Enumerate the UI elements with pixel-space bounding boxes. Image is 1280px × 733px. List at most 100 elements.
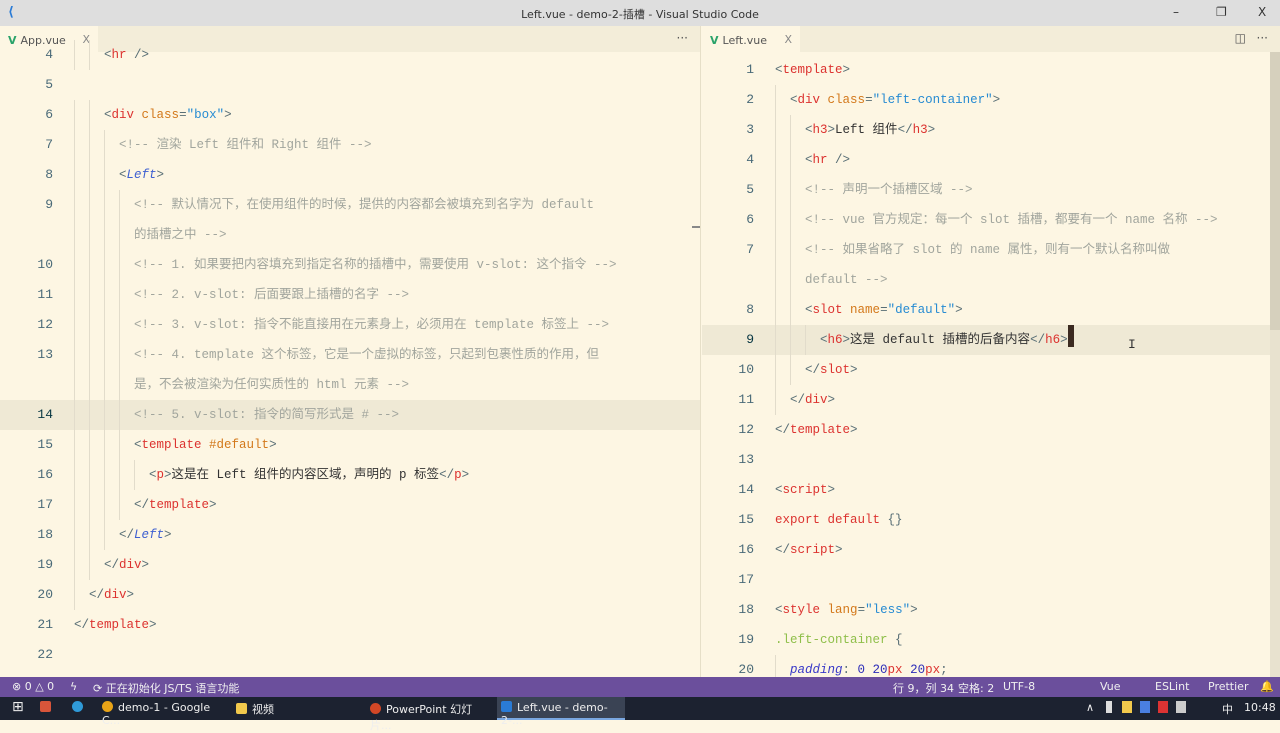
code-line[interactable]: 7 <!-- 渲染 Left 组件和 Right 组件 -->: [0, 130, 700, 160]
code-line[interactable]: 6 < div class = "box" >: [0, 100, 700, 130]
code-line[interactable]: 13: [702, 445, 1280, 475]
code-line[interactable]: 2 < div class = "left-container" >: [702, 85, 1280, 115]
ime-indicator[interactable]: 中: [1222, 701, 1233, 717]
more-actions-icon[interactable]: ···: [1257, 31, 1268, 45]
language-init-status[interactable]: ⟳ 正在初始化 JS/TS 语言功能: [93, 680, 239, 696]
indentation[interactable]: 空格: 2: [958, 680, 994, 696]
code-editor[interactable]: 4 < hr /> 5 6 < div class = "box" >7 <!-- 渲染 Left …: [0, 40, 700, 670]
code-line[interactable]: 15 export default {}: [702, 505, 1280, 535]
line-number: 7: [45, 137, 53, 152]
code-line[interactable]: 1 < template >: [702, 55, 1280, 85]
edge-icon[interactable]: [68, 697, 88, 720]
token-tag: h3: [912, 123, 928, 137]
token-unit: px: [925, 663, 941, 677]
token-p: <: [820, 333, 828, 347]
eslint-status[interactable]: ESLint: [1155, 680, 1189, 693]
title-bar: ⟨ Left.vue - demo-2-插槽 - Visual Studio C…: [0, 0, 1280, 26]
indent-guide: [74, 550, 104, 580]
code-line[interactable]: 12 </template >: [702, 415, 1280, 445]
token-sel: .left-container: [775, 633, 888, 647]
code-line[interactable]: 8 < Left >: [0, 160, 700, 190]
clock[interactable]: 10:48: [1244, 701, 1276, 714]
close-button[interactable]: X: [1258, 5, 1266, 19]
code-line[interactable]: 8 < slot name = "default" >: [702, 295, 1280, 325]
encoding[interactable]: UTF-8: [1003, 680, 1035, 693]
code-line[interactable]: 19 </div >: [0, 550, 700, 580]
code-line[interactable]: 21 </template >: [0, 610, 700, 640]
indent-guide: [775, 265, 805, 295]
code-line[interactable]: 10 <!-- 1. 如果要把内容填充到指定名称的插槽中，需要使用 v-slot:…: [0, 250, 700, 280]
code-line[interactable]: 3 < h3 > Left 组件 </h3 >: [702, 115, 1280, 145]
code-line[interactable]: 6 <!-- vue 官方规定：每一个 slot 插槽，都要有一个 name 名称…: [702, 205, 1280, 235]
code-line[interactable]: 16 < p > 这是在 Left 组件的内容区域，声明的 p 标签 </p >: [0, 460, 700, 490]
code-line[interactable]: 20 </div >: [0, 580, 700, 610]
indent-guide: [74, 190, 134, 220]
system-tray-icons[interactable]: [1106, 701, 1186, 713]
token-p: </: [805, 363, 821, 377]
token-p: <: [119, 168, 127, 182]
code-line[interactable]: 11 </div >: [702, 385, 1280, 415]
token-p: >: [156, 168, 165, 182]
line-number: 14: [37, 407, 53, 422]
code-line[interactable]: 12 <!-- 3. v-slot: 指令不能直接用在元素身上，必须用在 temp…: [0, 310, 700, 340]
code-line[interactable]: 18 < style lang = "less" >: [702, 595, 1280, 625]
code-line[interactable]: 7 <!-- 如果省略了 slot 的 name 属性，则有一个默认名称叫做: [702, 235, 1280, 265]
taskbar-item-powerpoint[interactable]: PowerPoint 幻灯片...: [366, 697, 490, 732]
token-p: </: [74, 618, 90, 632]
token-comp: Left: [126, 168, 157, 182]
token-p: />: [827, 153, 851, 167]
code-line[interactable]: 9 < h6 > 这是 default 插槽的后备内容 </h6 > I: [702, 325, 1280, 355]
code-line[interactable]: 19 .left-container {: [702, 625, 1280, 655]
line-number: 13: [37, 347, 53, 362]
code-line[interactable]: 13 <!-- 4. template 这个标签，它是一个虚拟的标签，只起到包裹性…: [0, 340, 700, 370]
tab-left-vue[interactable]: V Left.vue X: [702, 26, 800, 52]
close-tab-icon[interactable]: X: [784, 33, 792, 46]
code-line[interactable]: 10 </slot >: [702, 355, 1280, 385]
split-editor-icon[interactable]: ◫: [1235, 31, 1246, 45]
cursor-position[interactable]: 行 9，列 34: [893, 680, 954, 696]
code-line[interactable]: 是，不会被渲染为任何实质性的 html 元素 -->: [0, 370, 700, 400]
notifications-icon[interactable]: 🔔: [1260, 680, 1274, 693]
code-line[interactable]: 17: [702, 565, 1280, 595]
scrollbar[interactable]: [1270, 52, 1280, 677]
code-line[interactable]: 的插槽之中 -->: [0, 220, 700, 250]
code-line[interactable]: 14 <!-- 5. v-slot: 指令的简写形式是 # -->: [0, 400, 700, 430]
token-p: <: [149, 468, 157, 482]
minimize-button[interactable]: –: [1173, 5, 1179, 19]
tray-overflow-icon[interactable]: ∧: [1086, 701, 1094, 714]
code-line[interactable]: 4 < hr />: [0, 40, 700, 70]
maximize-button[interactable]: ❐: [1216, 5, 1227, 19]
indent-guide: [74, 460, 149, 490]
indent-guide: [775, 355, 805, 385]
code-line[interactable]: 5: [0, 70, 700, 100]
code-line[interactable]: 5 <!-- 声明一个插槽区域 -->: [702, 175, 1280, 205]
prettier-status[interactable]: Prettier: [1208, 680, 1248, 693]
code-line[interactable]: 22: [0, 640, 700, 670]
code-line[interactable]: 17 </template >: [0, 490, 700, 520]
taskbar-item-folder[interactable]: 视频: [232, 697, 356, 720]
code-line[interactable]: default -->: [702, 265, 1280, 295]
code-line[interactable]: 14 < script >: [702, 475, 1280, 505]
language-mode[interactable]: Vue: [1100, 680, 1121, 693]
code-line[interactable]: 11 <!-- 2. v-slot: 后面要跟上插槽的名字 -->: [0, 280, 700, 310]
app-icon[interactable]: [36, 697, 56, 720]
bolt-icon[interactable]: ϟ: [70, 680, 77, 693]
token-tag: div: [104, 588, 127, 602]
code-line[interactable]: 15 < template #default >: [0, 430, 700, 460]
code-line[interactable]: 18 </Left >: [0, 520, 700, 550]
code-line[interactable]: 9 <!-- 默认情况下，在使用组件的时候，提供的内容都会被填充到名字为 defa…: [0, 190, 700, 220]
code-line[interactable]: 16 </script >: [702, 535, 1280, 565]
problems-indicator[interactable]: ⊗ 0 △ 0: [12, 680, 54, 693]
code-editor[interactable]: 1 < template >2 < div class = "left-container" >…: [702, 55, 1280, 677]
taskbar-item-chrome[interactable]: demo-1 - Google C...: [98, 697, 222, 727]
scrollbar[interactable]: [692, 52, 700, 677]
start-button[interactable]: ⊞: [8, 697, 24, 720]
token-prop: padding: [790, 663, 843, 677]
code-line[interactable]: 20 padding: 0 20 px 20 px;: [702, 655, 1280, 677]
taskbar-item-vscode[interactable]: Left.vue - demo-2-...: [497, 697, 625, 727]
line-number: 18: [37, 527, 53, 542]
line-number: 10: [738, 362, 754, 377]
code-line[interactable]: 4 < hr />: [702, 145, 1280, 175]
token-p: >: [927, 123, 936, 137]
token-cm: 的插槽之中 -->: [134, 228, 227, 242]
